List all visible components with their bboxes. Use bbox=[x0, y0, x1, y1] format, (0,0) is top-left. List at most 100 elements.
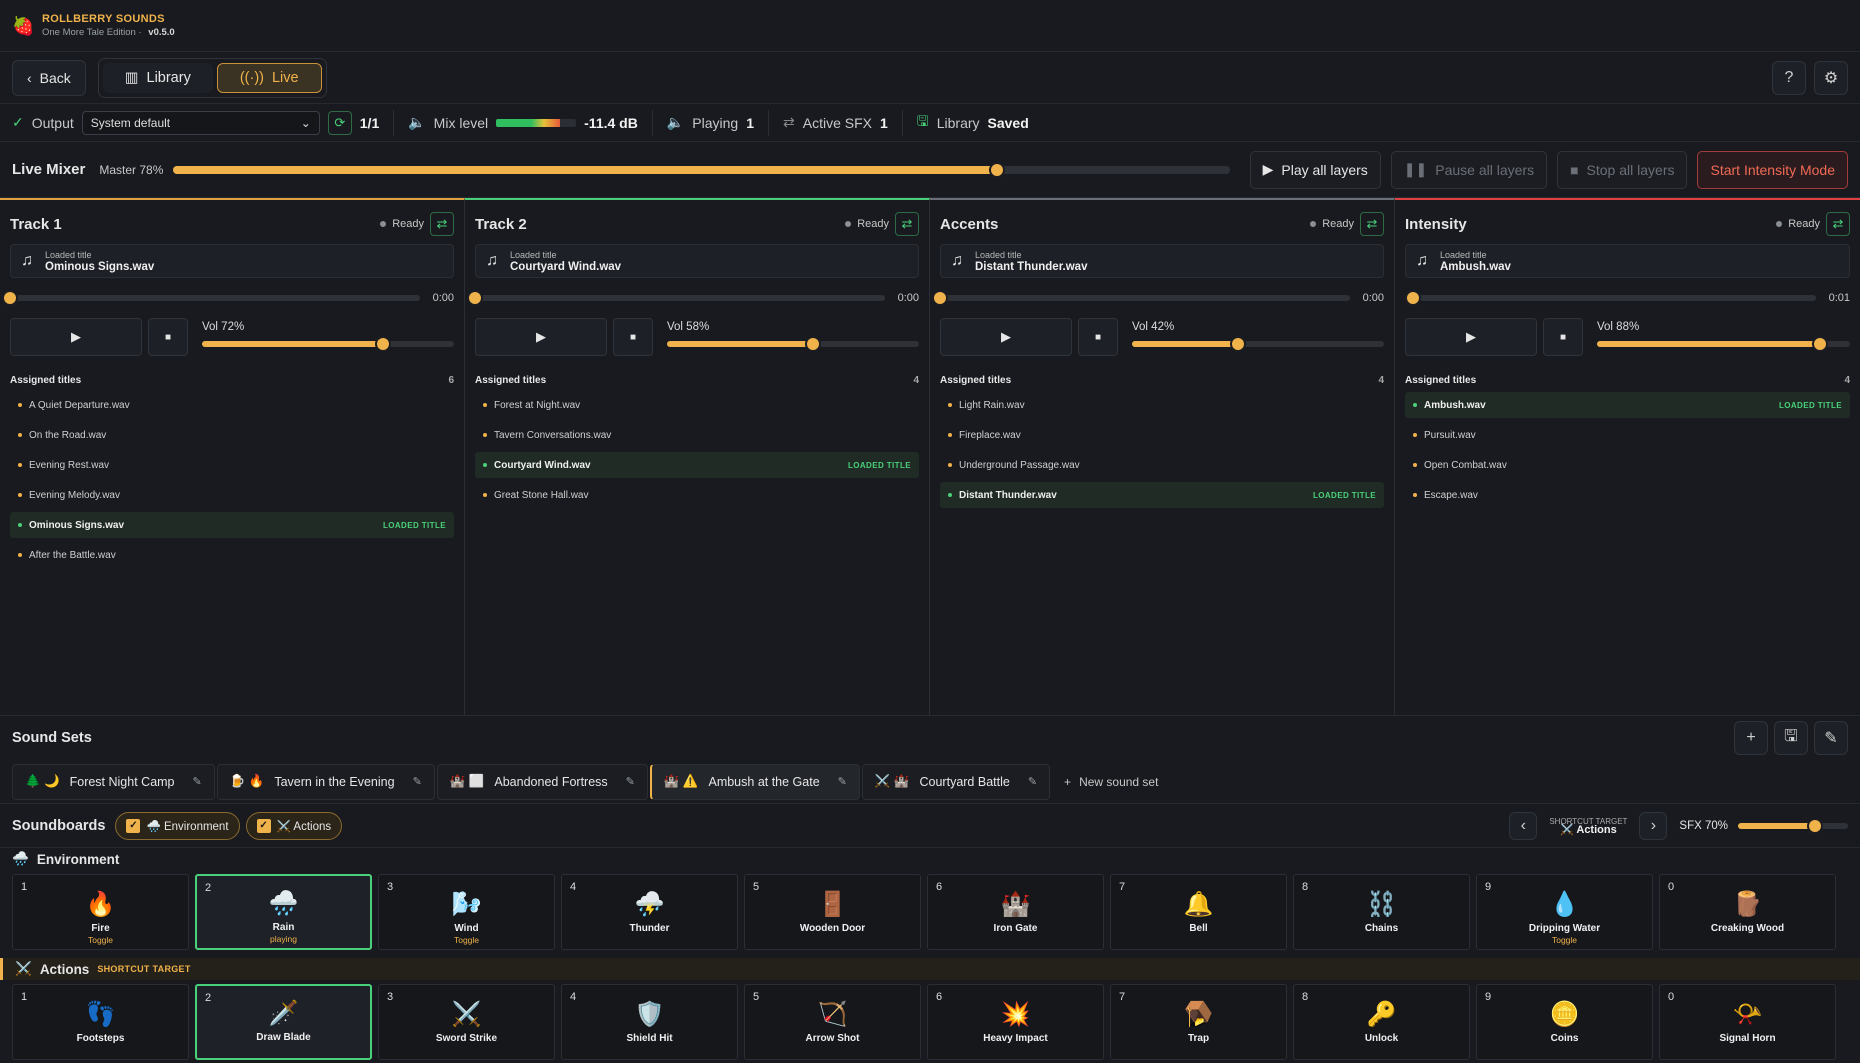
loaded-title-box: ♫ Loaded title Ambush.wav bbox=[1405, 244, 1850, 278]
assigned-title-item[interactable]: Open Combat.wav bbox=[1405, 452, 1850, 478]
output-select[interactable]: System default ⌄ bbox=[81, 110, 320, 135]
actions-filter-chip[interactable]: ✓ ⚔️ Actions bbox=[245, 811, 343, 840]
assigned-title-item[interactable]: Forest at Night.wav bbox=[475, 392, 919, 418]
sound-pad[interactable]: 2 🌧️ Rain playing bbox=[195, 874, 372, 950]
pencil-icon[interactable]: ✎ bbox=[1028, 775, 1037, 788]
sound-pad[interactable]: 0 📯 Signal Horn bbox=[1659, 984, 1836, 1060]
sound-pad[interactable]: 3 ⚔️ Sword Strike bbox=[378, 984, 555, 1060]
track-volume-slider[interactable] bbox=[1132, 336, 1384, 352]
pad-key: 2 bbox=[205, 992, 212, 1004]
active-sfx-group: ⇄ Active SFX 1 bbox=[783, 109, 903, 136]
status-dot bbox=[18, 433, 22, 437]
stop-button[interactable]: ■ bbox=[1078, 318, 1118, 356]
pause-all-button[interactable]: ❚❚ Pause all layers bbox=[1390, 150, 1548, 189]
sfx-volume-slider[interactable] bbox=[1738, 817, 1848, 834]
sound-set-item[interactable]: ⚔️ 🏰 Courtyard Battle ✎ bbox=[861, 763, 1051, 800]
sound-set-item[interactable]: 🏰 ⬜ Abandoned Fortress ✎ bbox=[436, 763, 648, 800]
pencil-icon[interactable]: ✎ bbox=[626, 775, 635, 788]
sound-set-item[interactable]: 🍺 🔥 Tavern in the Evening ✎ bbox=[216, 763, 435, 800]
assigned-title-item[interactable]: Tavern Conversations.wav bbox=[475, 422, 919, 448]
playback-position-slider[interactable] bbox=[932, 290, 1350, 306]
play-all-button[interactable]: ▶ Play all layers bbox=[1249, 150, 1381, 189]
pad-name: Wind bbox=[454, 923, 479, 934]
sound-pad[interactable]: 1 👣 Footsteps bbox=[12, 984, 189, 1060]
sound-pad[interactable]: 6 🏰 Iron Gate bbox=[927, 874, 1104, 950]
assigned-title-item[interactable]: Light Rain.wav bbox=[940, 392, 1384, 418]
play-button[interactable]: ▶ bbox=[940, 318, 1072, 356]
playback-position-slider[interactable] bbox=[1405, 290, 1816, 306]
assigned-title-item[interactable]: On the Road.wav bbox=[10, 422, 454, 448]
pencil-icon[interactable]: ✎ bbox=[838, 775, 847, 788]
assigned-title-item[interactable]: Ambush.wav LOADED TITLE bbox=[1405, 392, 1850, 418]
assigned-title-item[interactable]: Fireplace.wav bbox=[940, 422, 1384, 448]
intensity-mode-button[interactable]: Start Intensity Mode bbox=[1697, 150, 1848, 189]
prev-target-button[interactable]: ‹ bbox=[1509, 811, 1538, 840]
sound-pad[interactable]: 0 🪵 Creaking Wood bbox=[1659, 874, 1836, 950]
sound-pad[interactable]: 3 🌬️ Wind Toggle bbox=[378, 874, 555, 950]
track-volume-label: Vol 88% bbox=[1597, 321, 1640, 333]
play-button[interactable]: ▶ bbox=[475, 318, 607, 356]
sound-pad[interactable]: 5 🚪 Wooden Door bbox=[744, 874, 921, 950]
assigned-title-item[interactable]: Great Stone Hall.wav bbox=[475, 482, 919, 508]
stop-button[interactable]: ■ bbox=[613, 318, 653, 356]
tab-live[interactable]: ((·)) Live bbox=[216, 62, 322, 93]
track-volume-slider[interactable] bbox=[1597, 336, 1850, 352]
pencil-icon[interactable]: ✎ bbox=[413, 775, 422, 788]
environment-filter-chip[interactable]: ✓ 🌧️ Environment bbox=[115, 811, 240, 840]
new-sound-set-button[interactable]: + New sound set bbox=[1052, 775, 1170, 789]
sound-pad[interactable]: 9 💧 Dripping Water Toggle bbox=[1476, 874, 1653, 950]
track-volume-slider[interactable] bbox=[202, 336, 454, 352]
edit-sound-set-button[interactable]: ✎ bbox=[1814, 721, 1848, 755]
assigned-title-item[interactable]: Courtyard Wind.wav LOADED TITLE bbox=[475, 452, 919, 478]
sound-set-item[interactable]: 🌲 🌙 Forest Night Camp ✎ bbox=[12, 763, 215, 800]
stop-button[interactable]: ■ bbox=[1543, 318, 1583, 356]
assigned-title-item[interactable]: Evening Rest.wav bbox=[10, 452, 454, 478]
playback-position-slider[interactable] bbox=[467, 290, 885, 306]
speaker-icon: 🔈 bbox=[408, 114, 426, 130]
master-volume-slider[interactable] bbox=[173, 161, 1230, 178]
help-button[interactable]: ? bbox=[1772, 60, 1806, 95]
settings-button[interactable]: ⚙ bbox=[1814, 60, 1848, 95]
sound-pad[interactable]: 7 🔔 Bell bbox=[1110, 874, 1287, 950]
back-button[interactable]: ‹ Back bbox=[12, 59, 86, 96]
sound-pad[interactable]: 9 🪙 Coins bbox=[1476, 984, 1653, 1060]
assigned-title-item[interactable]: After the Battle.wav bbox=[10, 542, 454, 568]
assigned-title-item[interactable]: Pursuit.wav bbox=[1405, 422, 1850, 448]
assigned-title-item[interactable]: Distant Thunder.wav LOADED TITLE bbox=[940, 482, 1384, 508]
track-volume-slider[interactable] bbox=[667, 336, 919, 352]
play-button[interactable]: ▶ bbox=[1405, 318, 1537, 356]
sound-set-item[interactable]: 🏰 ⚠️ Ambush at the Gate ✎ bbox=[649, 763, 860, 800]
loop-toggle-button[interactable]: ⇄ bbox=[430, 212, 454, 236]
tab-library[interactable]: ▥ Library bbox=[102, 62, 213, 93]
pad-key: 5 bbox=[753, 881, 760, 893]
assigned-title-item[interactable]: Escape.wav bbox=[1405, 482, 1850, 508]
stop-all-button[interactable]: ■ Stop all layers bbox=[1557, 150, 1688, 189]
sound-pad[interactable]: 4 ⛈️ Thunder bbox=[561, 874, 738, 950]
playback-position-slider[interactable] bbox=[2, 290, 420, 306]
loop-toggle-button[interactable]: ⇄ bbox=[1360, 212, 1384, 236]
sound-pad[interactable]: 5 🏹 Arrow Shot bbox=[744, 984, 921, 1060]
sound-pad[interactable]: 8 🔑 Unlock bbox=[1293, 984, 1470, 1060]
refresh-output-button[interactable]: ⟳ bbox=[327, 110, 352, 135]
sound-pad[interactable]: 8 ⛓️ Chains bbox=[1293, 874, 1470, 950]
assigned-title-item[interactable]: A Quiet Departure.wav bbox=[10, 392, 454, 418]
playback-time: 0:01 bbox=[1828, 292, 1850, 304]
sound-pad[interactable]: 7 🪤 Trap bbox=[1110, 984, 1287, 1060]
pencil-icon[interactable]: ✎ bbox=[193, 775, 202, 788]
sound-pad[interactable]: 2 🗡️ Draw Blade bbox=[195, 984, 372, 1060]
loop-toggle-button[interactable]: ⇄ bbox=[1826, 212, 1850, 236]
next-target-button[interactable]: › bbox=[1639, 811, 1668, 840]
track-panel: Track 1 Ready ⇄ ♫ Loaded title Ominous Sig… bbox=[0, 198, 465, 715]
sound-pad[interactable]: 6 💥 Heavy Impact bbox=[927, 984, 1104, 1060]
stop-button[interactable]: ■ bbox=[148, 318, 188, 356]
play-button[interactable]: ▶ bbox=[10, 318, 142, 356]
loop-toggle-button[interactable]: ⇄ bbox=[895, 212, 919, 236]
loaded-title-badge: LOADED TITLE bbox=[1312, 490, 1376, 500]
sound-pad[interactable]: 1 🔥 Fire Toggle bbox=[12, 874, 189, 950]
save-sound-set-button[interactable]: 🖫 bbox=[1774, 721, 1808, 755]
assigned-title-item[interactable]: Evening Melody.wav bbox=[10, 482, 454, 508]
add-sound-set-button[interactable]: + bbox=[1734, 721, 1768, 755]
assigned-title-item[interactable]: Underground Passage.wav bbox=[940, 452, 1384, 478]
sound-pad[interactable]: 4 🛡️ Shield Hit bbox=[561, 984, 738, 1060]
assigned-title-item[interactable]: Ominous Signs.wav LOADED TITLE bbox=[10, 512, 454, 538]
